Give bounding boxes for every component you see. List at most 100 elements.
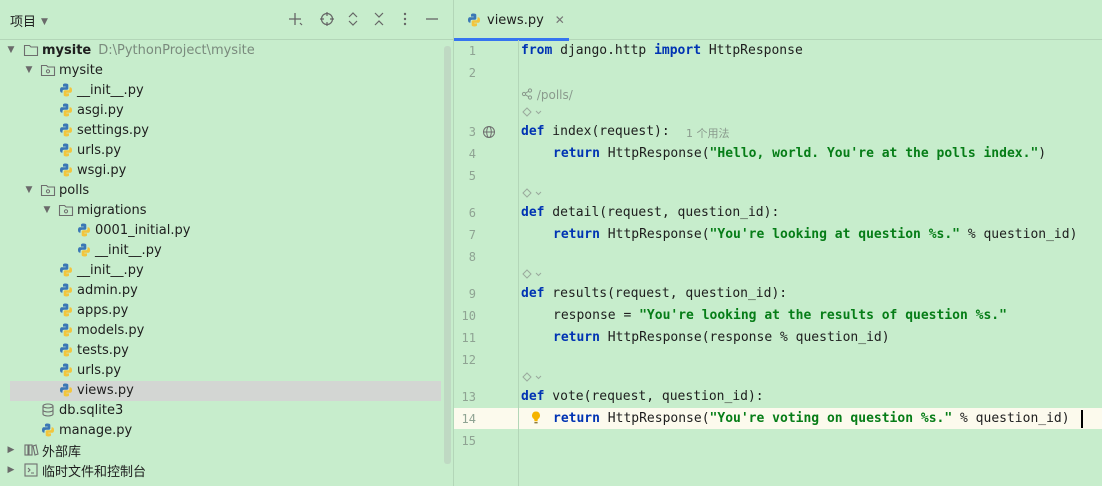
hide-icon[interactable] [423,10,441,28]
chevron-down-icon[interactable]: ▼ [22,63,36,77]
tree-node-label: migrations [77,202,147,218]
tree-node-file[interactable]: 0001_initial.py [0,220,453,240]
code-line: def results(request, question_id): [521,286,787,301]
tree-node-file[interactable]: __init__.py [0,260,453,280]
tree-node-file[interactable]: asgi.py [0,100,453,120]
tree-node-file[interactable]: wsgi.py [0,160,453,180]
expand-all-icon[interactable] [344,10,362,28]
code-vision-hint[interactable] [521,268,543,283]
tree-node-label: urls.py [77,362,122,378]
tree-node-migrations-package[interactable]: ▼ migrations [0,200,453,220]
lightbulb-icon[interactable] [530,410,542,426]
close-icon[interactable]: ✕ [555,13,565,27]
expression: % question_id) [960,227,1078,242]
tree-node-label: asgi.py [77,102,124,118]
line-number: 12 [461,353,476,367]
call-expression: HttpResponse( [599,227,710,242]
python-file-icon [78,243,90,257]
code-area[interactable]: from django.http import HttpResponse /po… [521,40,1102,486]
keyword: import [654,43,702,58]
chevron-right-icon[interactable]: ▶ [4,463,18,477]
python-file-icon [60,343,72,357]
ai-action-icon [522,372,542,382]
string-literal: "You're looking at question %s." [709,227,960,242]
chevron-down-icon[interactable]: ▼ [22,183,36,197]
line-number: 3 [468,125,476,139]
string-literal: "You're looking at the results of questi… [639,308,1007,323]
collapse-all-icon[interactable] [370,10,388,28]
ai-action-icon [522,269,542,279]
tree-node-label: models.py [77,322,145,338]
import-name: HttpResponse [701,43,803,58]
usages-inlay[interactable]: 1 个用法 [686,125,730,141]
editor-gutter[interactable]: 1 2 3 4 5 6 7 8 9 10 11 12 13 14 15 [454,40,518,486]
python-file-icon [78,223,90,237]
punctuation: ) [1038,146,1047,161]
python-file-icon [60,383,72,397]
add-icon[interactable] [286,10,304,28]
tree-node-file[interactable]: tests.py [0,340,453,360]
tree-node-file-selected[interactable]: views.py [0,380,453,400]
locate-icon[interactable] [318,10,336,28]
code-editor: views.py ✕ 1 2 3 4 5 6 7 8 9 10 11 12 13… [454,0,1102,486]
code-vision-hint[interactable] [521,187,543,202]
tree-node-mysite-root[interactable]: ▼ mysite D:\PythonProject\mysite [0,40,453,60]
tree-node-file[interactable]: settings.py [0,120,453,140]
tree-node-file[interactable]: __init__.py [0,80,453,100]
python-file-icon [60,303,72,317]
tree-node-file[interactable]: urls.py [0,140,453,160]
tree-node-label: polls [59,182,90,198]
code-line: def index(request): [521,124,670,139]
tree-node-file[interactable]: admin.py [0,280,453,300]
line-number: 13 [461,390,476,404]
python-file-icon [60,323,72,337]
tree-node-label: 临时文件和控制台 [42,464,147,480]
tree-node-file[interactable]: urls.py [0,360,453,380]
tree-node-scratches[interactable]: ▶ 临时文件和控制台 [0,460,453,480]
library-icon [24,444,39,456]
tree-node-label: settings.py [77,122,149,138]
keyword: from [521,43,553,58]
python-file-icon [60,363,72,377]
code-line: response = "You're looking at the result… [553,308,1007,323]
keyword: return [553,411,600,426]
tree-node-file[interactable]: models.py [0,320,453,340]
code-line: return HttpResponse("Hello, world. You'r… [553,146,1046,161]
tree-node-polls-package[interactable]: ▼ polls [0,180,453,200]
globe-icon[interactable] [482,125,496,139]
project-tree-scrollbar[interactable] [444,46,451,464]
tab-views-py[interactable]: views.py ✕ [454,0,569,41]
keyword: return [553,146,600,161]
tree-node-file[interactable]: db.sqlite3 [0,400,453,420]
tree-node-file[interactable]: apps.py [0,300,453,320]
python-file-icon [60,143,72,157]
python-file-icon [60,263,72,277]
chevron-right-icon[interactable]: ▶ [4,443,18,457]
tree-node-file[interactable]: manage.py [0,420,453,440]
tree-node-label: 0001_initial.py [95,222,191,238]
tree-node-label: urls.py [77,142,122,158]
tree-node-file[interactable]: __init__.py [0,240,453,260]
chevron-down-icon[interactable]: ▼ [4,43,18,57]
code-line: return HttpResponse("You're looking at q… [553,227,1077,242]
tree-node-label: mysite [59,62,103,78]
code-vision-hint[interactable] [521,371,543,386]
code-line: return HttpResponse("You're voting on qu… [553,411,1070,426]
line-number: 1 [468,44,476,58]
more-options-icon[interactable] [396,10,414,28]
tree-node-external-libraries[interactable]: ▶ 外部库 [0,440,453,460]
tree-node-label: __init__.py [77,262,144,278]
route-inlay[interactable]: /polls/ [521,88,573,102]
project-view-selector[interactable]: 项目 ▼ [10,11,48,30]
tree-node-mysite-package[interactable]: ▼ mysite [0,60,453,80]
package-folder-icon [40,64,56,77]
chevron-down-icon[interactable]: ▼ [40,203,54,217]
function-signature: detail(request, question_id): [544,205,780,220]
keyword: return [553,330,600,345]
python-file-icon [60,283,72,297]
function-signature: index(request): [544,124,670,139]
keyword: def [521,124,545,139]
python-file-icon [60,103,72,117]
python-file-icon [60,83,72,97]
code-vision-hint[interactable] [521,106,543,121]
